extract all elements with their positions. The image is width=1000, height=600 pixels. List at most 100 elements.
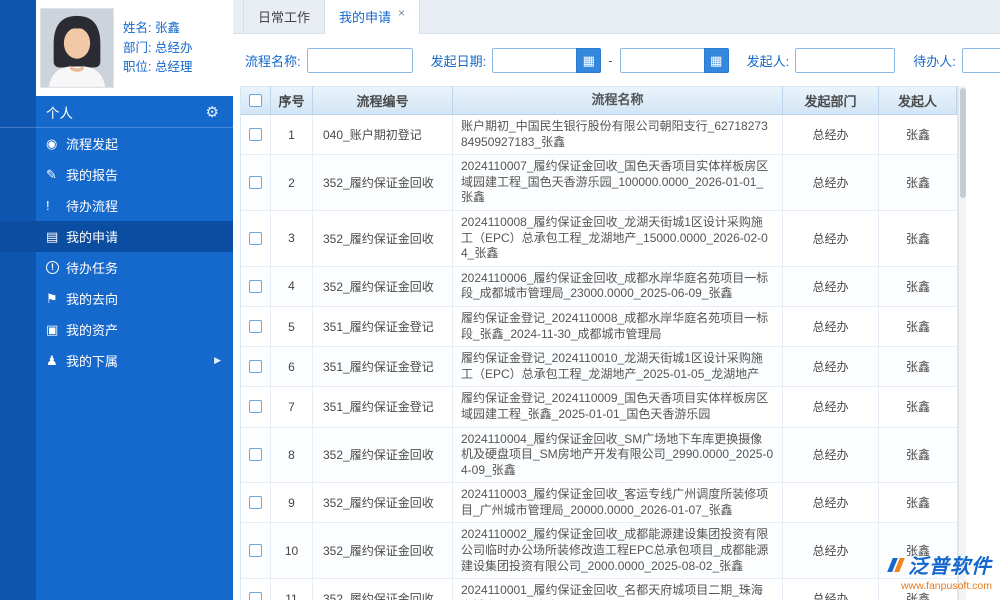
user-name-label: 姓名: xyxy=(123,21,152,36)
process-code: 352_履约保证金回收 xyxy=(313,266,453,306)
process-name: 履约保证金登记_2024110008_成都水岸华庭名苑项目一标段_张鑫_2024… xyxy=(453,306,783,347)
asset-icon: ▣ xyxy=(46,321,59,337)
sidebar-item-flow-start[interactable]: ◉ 流程发起 xyxy=(0,128,233,159)
assignee-input[interactable] xyxy=(961,47,1000,73)
calendar-icon[interactable]: ▦ xyxy=(576,47,602,73)
chevron-right-icon: ▶ xyxy=(214,355,221,365)
table-body: 1 040_账户期初登记 账户期初_中国民生银行股份有限公司朝阳支行_6271827… xyxy=(241,115,957,600)
process-name: 履约保证金登记_2024110009_国色天香项目实体样板房区域园建工程_张鑫_… xyxy=(453,387,783,427)
row-index: 11 xyxy=(271,579,313,600)
tab-my-applications[interactable]: 我的申请 × xyxy=(325,0,421,34)
vertical-scrollbar[interactable] xyxy=(958,86,966,600)
process-code: 352_履约保证金回收 xyxy=(313,155,453,210)
sidebar-item-label: 待办任务 xyxy=(66,261,119,276)
row-checkbox[interactable] xyxy=(249,448,262,462)
user-title-value: 总经理 xyxy=(154,60,193,75)
process-name: 2024110003_履约保证金回收_客运专线广州调度所装修项目_广州城市管理局… xyxy=(453,483,783,523)
process-code: 351_履约保证金登记 xyxy=(313,387,453,427)
column-header-initiator: 发起人 xyxy=(879,87,957,114)
initiator-input[interactable] xyxy=(795,47,896,73)
main-content: 日常工作 我的申请 × 流程名称: 发起日期: ▦ - ▦ 发起人: 待办人: … xyxy=(233,0,1000,600)
sidebar-menu: ◉ 流程发起 ✎ 我的报告! 待办流程 ▤ 我的申请! 待办任务 ⚑ 我的去向 ▣ 我的资产 ♟ 我的下属… xyxy=(0,128,233,376)
process-code: 352_履约保证金回收 xyxy=(313,523,453,579)
sidebar-item-subordinate[interactable]: ♟ 我的下属 ▶ xyxy=(0,345,233,376)
initiating-dept: 总经办 xyxy=(783,387,879,427)
row-checkbox[interactable] xyxy=(249,128,262,142)
sidebar-item-application[interactable]: ▤ 我的申请 xyxy=(0,221,233,252)
row-checkbox[interactable] xyxy=(249,400,262,414)
process-name: 2024110002_履约保证金回收_成都能源建设集团投资有限公司临时办公场所装… xyxy=(453,523,783,579)
sidebar-item-label: 我的下属 xyxy=(66,354,119,369)
flow-start-icon: ◉ xyxy=(46,135,58,151)
sidebar-item-asset[interactable]: ▣ 我的资产 xyxy=(0,314,233,345)
process-code: 351_履约保证金登记 xyxy=(313,347,453,387)
sidebar-item-label: 流程发起 xyxy=(66,137,119,152)
sidebar-item-label: 我的报告 xyxy=(66,168,119,183)
column-header-code: 流程编号 xyxy=(313,87,453,114)
row-checkbox[interactable] xyxy=(249,320,262,334)
sidebar-item-label: 待办流程 xyxy=(66,199,119,214)
sidebar-item-label: 我的申请 xyxy=(66,230,119,245)
process-name-input[interactable] xyxy=(306,47,413,73)
table-row[interactable]: 11 352_履约保证金回收 2024110001_履约保证金回收_名都天府城项目二… xyxy=(241,579,957,600)
row-checkbox[interactable] xyxy=(249,496,262,510)
calendar-icon[interactable]: ▦ xyxy=(703,47,729,73)
table-row[interactable]: 7 351_履约保证金登记 履约保证金登记_2024110009_国色天香项目实体样… xyxy=(241,387,957,428)
table-row[interactable]: 1 040_账户期初登记 账户期初_中国民生银行股份有限公司朝阳支行_6271827… xyxy=(241,115,957,156)
scrollbar-thumb[interactable] xyxy=(960,88,966,198)
initiator-label: 发起人: xyxy=(746,53,790,69)
row-checkbox[interactable] xyxy=(249,279,262,293)
table-row[interactable]: 2 352_履约保证金回收 2024110007_履约保证金回收_国色天香项目实体样… xyxy=(241,155,957,211)
row-index: 9 xyxy=(271,483,313,523)
table-row[interactable]: 8 352_履约保证金回收 2024110004_履约保证金回收_SM广场地下车库更… xyxy=(241,427,957,484)
date-to-input[interactable] xyxy=(619,47,704,73)
initiating-dept: 总经办 xyxy=(783,155,879,210)
tab-label: 日常工作 xyxy=(258,10,311,25)
table-row[interactable]: 10 352_履约保证金回收 2024110002_履约保证金回收_成都能源建设集团… xyxy=(241,523,957,580)
process-name-label: 流程名称: xyxy=(245,53,301,69)
row-index: 5 xyxy=(271,306,313,347)
column-header-no: 序号 xyxy=(271,87,313,114)
app-window: 姓名: 张鑫 部门: 总经办 职位: 总经理 个人 ⚙ ◉ 流程发起 ✎ 我的报告! 待… xyxy=(0,0,1000,600)
row-checkbox[interactable] xyxy=(249,544,262,558)
table-row[interactable]: 3 352_履约保证金回收 2024110008_履约保证金回收_龙湖天街城1区设计… xyxy=(241,210,957,267)
table-row[interactable]: 4 352_履约保证金回收 2024110006_履约保证金回收_成都水岸华庭名苑项… xyxy=(241,266,957,307)
row-index: 6 xyxy=(271,347,313,387)
sidebar-item-pending-flow[interactable]: ! 待办流程 xyxy=(0,190,233,221)
table-row[interactable]: 6 351_履约保证金登记 履约保证金登记_2024110010_龙湖天街城1区设计… xyxy=(241,347,957,388)
initiator-name: 张鑫 xyxy=(905,400,930,415)
process-code: 040_账户期初登记 xyxy=(313,115,453,155)
process-name: 账户期初_中国民生银行股份有限公司朝阳支行_627182738495092718… xyxy=(453,115,783,155)
close-icon[interactable]: × xyxy=(398,6,405,20)
table-row[interactable]: 9 352_履约保证金回收 2024110003_履约保证金回收_客运专线广州调度所… xyxy=(241,483,957,524)
initiating-dept: 总经办 xyxy=(783,579,879,600)
initiator-name: 张鑫 xyxy=(905,128,930,143)
initiator-name: 张鑫 xyxy=(905,592,930,600)
date-from-input[interactable] xyxy=(492,47,577,73)
tab-daily-work[interactable]: 日常工作 xyxy=(243,0,326,33)
row-index: 3 xyxy=(271,210,313,266)
table-row[interactable]: 5 351_履约保证金登记 履约保证金登记_2024110008_成都水岸华庭名苑项… xyxy=(241,306,957,348)
process-code: 352_履约保证金回收 xyxy=(313,579,453,600)
sidebar-item-report[interactable]: ✎ 我的报告 xyxy=(0,159,233,190)
filter-bar: 流程名称: 发起日期: ▦ - ▦ 发起人: 待办人: xyxy=(233,34,1000,86)
initiating-dept: 总经办 xyxy=(783,306,879,347)
row-checkbox[interactable] xyxy=(249,592,262,600)
user-dept-value: 总经办 xyxy=(154,40,193,55)
sidebar: 姓名: 张鑫 部门: 总经办 职位: 总经理 个人 ⚙ ◉ 流程发起 ✎ 我的报告! 待… xyxy=(0,0,233,600)
process-code: 352_履约保证金回收 xyxy=(313,210,453,266)
initiator-name: 张鑫 xyxy=(905,279,930,294)
sidebar-item-direction[interactable]: ⚑ 我的去向 xyxy=(0,283,233,314)
row-checkbox[interactable] xyxy=(249,360,262,374)
row-checkbox[interactable] xyxy=(249,176,262,190)
gear-icon[interactable]: ⚙ xyxy=(206,103,219,121)
sidebar-item-pending-task[interactable]: ! 待办任务 xyxy=(0,252,233,283)
process-name: 2024110001_履约保证金回收_名都天府城项目二期_珠海市城市规划设计院_… xyxy=(453,579,783,600)
assignee-label: 待办人: xyxy=(913,53,956,69)
row-index: 10 xyxy=(271,523,313,579)
user-info: 姓名: 张鑫 部门: 总经办 职位: 总经理 xyxy=(123,15,192,81)
select-all-checkbox[interactable] xyxy=(249,94,262,107)
row-checkbox[interactable] xyxy=(249,231,262,245)
initiator-name: 张鑫 xyxy=(905,176,930,191)
avatar xyxy=(40,8,114,88)
